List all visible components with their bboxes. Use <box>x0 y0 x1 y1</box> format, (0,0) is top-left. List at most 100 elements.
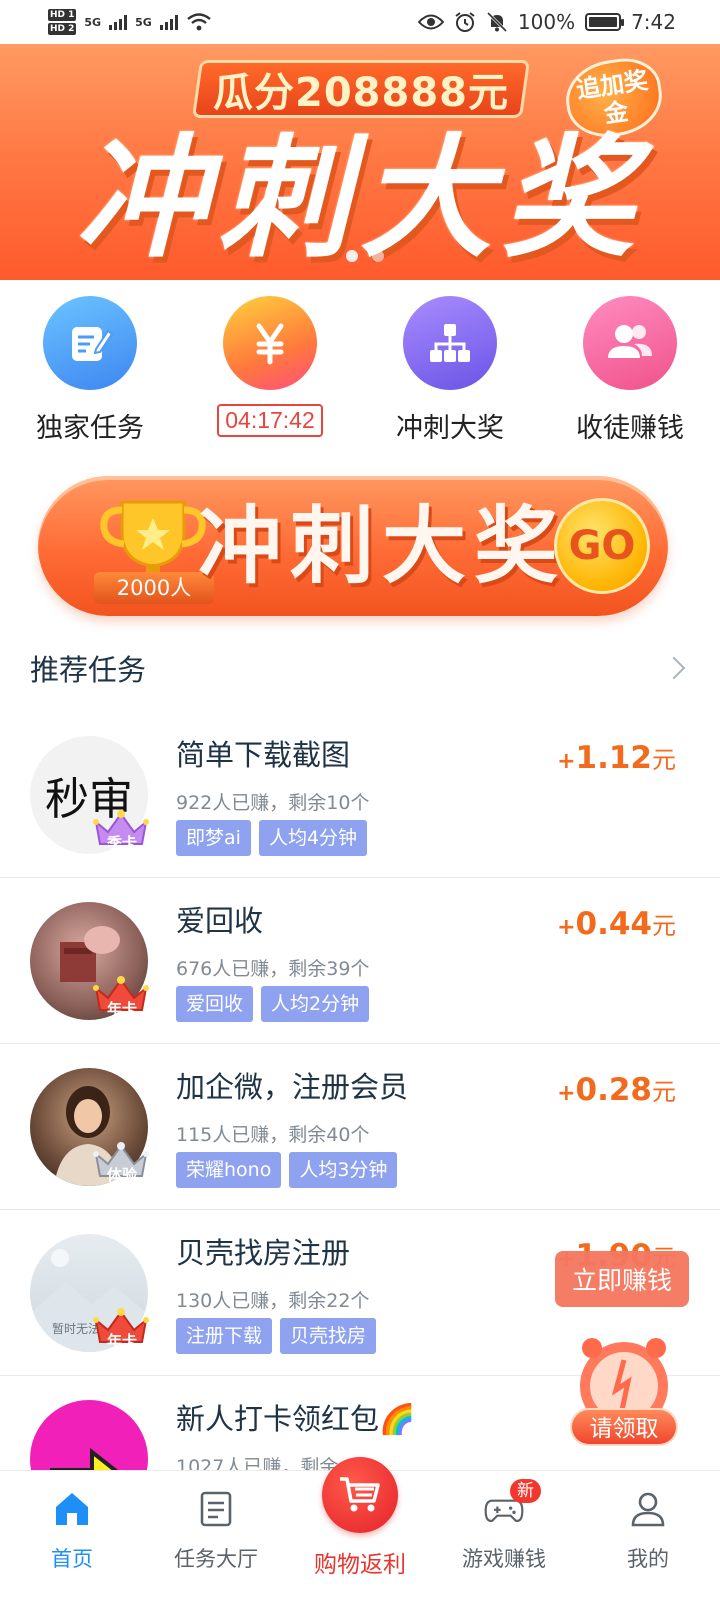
eye-icon <box>417 14 444 30</box>
task-title: 加企微，注册会员 <box>176 1070 409 1104</box>
quick-nav-recruit[interactable]: 收徒赚钱 <box>540 296 720 456</box>
banner-pagination <box>346 250 384 262</box>
participant-count: 2000人 <box>94 572 214 604</box>
task-tags: 爱回收 人均2分钟 <box>176 986 370 1022</box>
banner-subtitle: 瓜分208888元 <box>213 70 509 116</box>
sprint-button-label: 冲刺大奖 <box>198 497 567 595</box>
yen-icon <box>223 296 317 390</box>
task-title: 简单下载截图 <box>176 738 351 772</box>
task-tag: 贝壳找房 <box>280 1318 377 1354</box>
hd-indicator: HD 1 HD 2 <box>48 8 77 36</box>
task-item[interactable]: 体验 加企微，注册会员 115人已赚，剩余40个 荣耀hono 人均3分钟 +0… <box>0 1044 720 1210</box>
task-tag: 人均4分钟 <box>258 820 368 856</box>
crown-badge-label: 体验 <box>106 1166 137 1184</box>
task-item[interactable]: 秒审 季卡 简单下载截图 922人已赚，剩余10个 即梦ai 人均4分钟 +1.… <box>0 712 720 878</box>
task-tags: 即梦ai 人均4分钟 <box>176 820 368 856</box>
home-icon <box>52 1489 92 1529</box>
nav-label: 游戏赚钱 <box>462 1547 546 1571</box>
nav-mine[interactable]: 我的 <box>576 1471 720 1600</box>
task-reward: +1.12元 <box>557 740 676 776</box>
nav-label: 首页 <box>51 1547 93 1571</box>
recommended-tasks-header[interactable]: 推荐任务 <box>30 640 690 696</box>
task-tags: 荣耀hono 人均3分钟 <box>176 1152 398 1188</box>
net1-label: 5G <box>84 15 102 29</box>
quick-nav: 独家任务 04:17:42 冲刺大奖 收徒赚钱 <box>0 296 720 456</box>
nav-label: 任务大厅 <box>174 1547 258 1571</box>
task-reward: +0.44元 <box>557 906 676 942</box>
banner-dot <box>372 250 384 262</box>
promo-banner[interactable]: 瓜分208888元 追加奖金 冲刺大奖 <box>0 44 720 280</box>
quick-nav-label: 独家任务 <box>36 413 144 444</box>
crown-badge-label: 季卡 <box>106 834 137 852</box>
nav-home[interactable]: 首页 <box>0 1471 144 1600</box>
signal-icon <box>109 14 128 30</box>
task-meta: 922人已赚，剩余10个 <box>176 792 370 814</box>
sprint-prize-button[interactable]: 2000人 冲刺大奖 GO <box>38 476 668 616</box>
reward-sign: + <box>557 915 576 940</box>
quick-nav-exclusive-tasks[interactable]: 独家任务 <box>0 296 180 456</box>
go-button[interactable]: GO <box>554 498 650 594</box>
battery-percent: 100% <box>517 10 576 34</box>
task-tag: 爱回收 <box>176 986 254 1022</box>
task-item[interactable]: 年卡 爱回收 676人已赚，剩余39个 爱回收 人均2分钟 +0.44元 <box>0 878 720 1044</box>
chevron-right-icon <box>662 656 686 680</box>
nav-shopping-rebate[interactable]: 购物返利 <box>288 1457 432 1600</box>
person-icon <box>628 1489 668 1529</box>
reward-amount: 0.28 <box>575 1072 653 1108</box>
task-tag: 人均3分钟 <box>289 1152 398 1188</box>
task-meta: 130人已赚，剩余22个 <box>176 1290 370 1312</box>
task-meta: 676人已赚，剩余39个 <box>176 958 370 980</box>
task-tag: 荣耀hono <box>176 1152 282 1188</box>
signal-icon-2 <box>159 14 178 30</box>
quick-nav-timer[interactable]: 04:17:42 <box>180 296 360 456</box>
alarm-icon <box>455 12 475 32</box>
reward-unit: 元 <box>652 912 676 940</box>
task-title: 贝壳找房注册 <box>176 1236 351 1270</box>
net2-label: 5G <box>135 15 152 29</box>
clock-time: 7:42 <box>631 10 676 34</box>
task-meta: 115人已赚，剩余40个 <box>176 1124 370 1146</box>
crown-badge-label: 年卡 <box>106 1332 137 1350</box>
reward-unit: 元 <box>652 746 676 774</box>
bottom-nav: 首页 任务大厅 购物返利 新 游戏赚钱 我的 <box>0 1457 720 1600</box>
hierarchy-icon <box>403 296 497 390</box>
task-tag: 即梦ai <box>176 820 251 856</box>
hd1-label: HD 1 <box>48 9 77 21</box>
claim-button[interactable]: 请领取 <box>570 1408 678 1446</box>
status-left: HD 1 HD 2 5G 5G <box>48 8 212 36</box>
wifi-icon <box>187 13 211 31</box>
section-title: 推荐任务 <box>30 653 147 687</box>
users-icon <box>583 296 677 390</box>
task-title: 爱回收 <box>176 904 264 938</box>
new-badge: 新 <box>510 1479 541 1503</box>
quick-nav-label: 收徒赚钱 <box>576 413 684 444</box>
task-tag: 注册下载 <box>176 1318 273 1354</box>
reward-amount: 1.12 <box>575 740 653 776</box>
task-reward: +0.28元 <box>557 1072 676 1108</box>
hd2-label: HD 2 <box>48 23 77 35</box>
banner-subtitle-box: 瓜分208888元 <box>191 60 531 118</box>
banner-dot <box>346 250 358 262</box>
earn-now-button[interactable]: 立即赚钱 <box>555 1251 689 1307</box>
reward-amount: 0.44 <box>575 906 653 942</box>
battery-icon <box>585 13 625 31</box>
nav-game-earn[interactable]: 新 游戏赚钱 <box>432 1471 576 1600</box>
task-tag: 人均2分钟 <box>261 986 370 1022</box>
mute-icon <box>486 11 507 33</box>
nav-label: 我的 <box>627 1547 669 1571</box>
reward-sign: + <box>557 1081 576 1106</box>
list-icon <box>196 1489 236 1529</box>
reward-sign: + <box>557 749 576 774</box>
countdown-timer: 04:17:42 <box>217 404 323 437</box>
crown-badge-label: 年卡 <box>106 1000 137 1018</box>
reward-unit: 元 <box>652 1078 676 1106</box>
edit-icon <box>43 296 137 390</box>
nav-label: 购物返利 <box>314 1552 406 1578</box>
cart-icon <box>322 1457 398 1533</box>
quick-nav-sprint-prize[interactable]: 冲刺大奖 <box>360 296 540 456</box>
quick-nav-label: 冲刺大奖 <box>396 413 504 444</box>
task-title: 新人打卡领红包🌈 <box>176 1402 416 1436</box>
status-right: 100% 7:42 <box>417 10 676 34</box>
nav-task-hall[interactable]: 任务大厅 <box>144 1471 288 1600</box>
task-tags: 注册下载 贝壳找房 <box>176 1318 377 1354</box>
